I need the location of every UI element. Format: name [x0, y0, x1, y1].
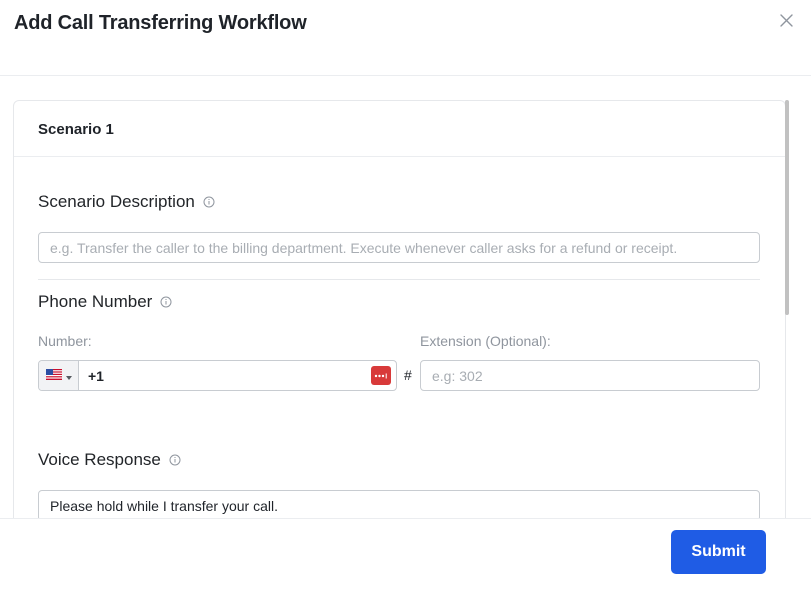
voice-response-heading: Voice Response	[38, 450, 181, 470]
phone-number-label: Phone Number	[38, 292, 153, 311]
voice-response-input[interactable]	[38, 490, 760, 518]
info-icon[interactable]	[160, 296, 172, 308]
scenario-card: Scenario 1 Scenario Description Phone Nu…	[13, 100, 786, 518]
modal-body[interactable]: Scenario 1 Scenario Description Phone Nu…	[0, 76, 811, 518]
us-flag-icon	[45, 367, 62, 385]
footer-divider	[0, 518, 811, 519]
field-divider	[38, 279, 760, 280]
info-icon[interactable]	[169, 454, 181, 466]
extension-field-label: Extension (Optional):	[420, 333, 551, 349]
scrollbar[interactable]	[785, 100, 789, 315]
phone-number-field	[38, 360, 397, 391]
phone-number-heading: Phone Number	[38, 292, 172, 312]
scenario-description-label: Scenario Description	[38, 192, 195, 211]
password-manager-icon[interactable]	[371, 366, 391, 385]
info-icon[interactable]	[203, 196, 215, 208]
caret-down-icon	[65, 367, 72, 385]
phone-number-input[interactable]	[79, 361, 396, 390]
scenario-title: Scenario 1	[38, 121, 114, 138]
number-field-label: Number:	[38, 333, 92, 349]
close-button[interactable]	[776, 13, 796, 33]
voice-response-label: Voice Response	[38, 450, 161, 469]
extension-separator: #	[404, 367, 412, 383]
extension-input[interactable]	[420, 360, 760, 391]
country-code-select[interactable]	[39, 361, 79, 390]
submit-button[interactable]: Submit	[671, 530, 766, 574]
scenario-description-heading: Scenario Description	[38, 192, 215, 212]
close-icon	[779, 14, 793, 32]
scenario-description-input[interactable]	[38, 232, 760, 263]
modal-title: Add Call Transferring Workflow	[14, 12, 307, 34]
card-divider	[14, 156, 785, 157]
